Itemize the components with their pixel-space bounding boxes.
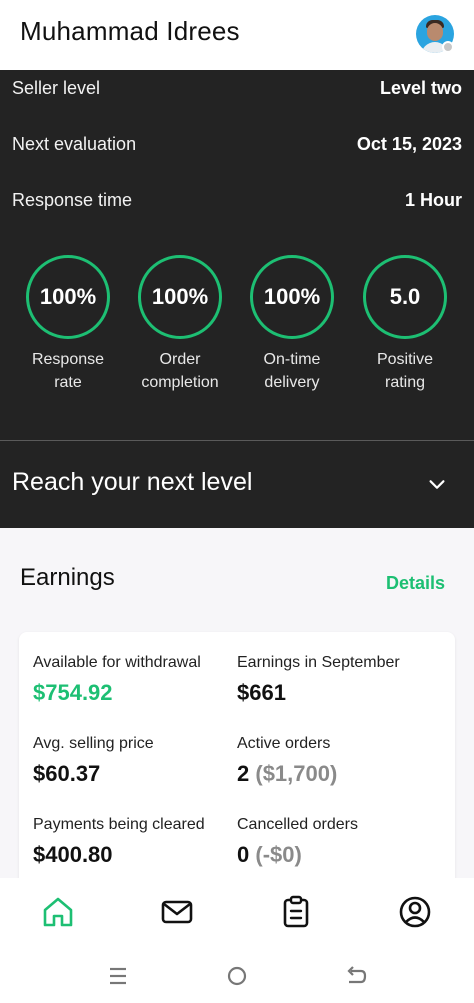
next-evaluation-row: Next evaluation Oct 15, 2023 bbox=[12, 134, 462, 155]
earnings-item-label: Available for withdrawal bbox=[33, 654, 201, 671]
messages-icon[interactable] bbox=[159, 894, 195, 930]
earnings-item-value-row: 2 ($1,700) bbox=[237, 761, 337, 787]
response-time-row: Response time 1 Hour bbox=[12, 190, 462, 211]
recent-apps-icon[interactable] bbox=[105, 963, 131, 989]
earnings-item-september: Earnings in September $661 bbox=[237, 654, 400, 706]
earnings-item-value: $661 bbox=[237, 680, 286, 705]
earnings-item-active-orders: Active orders 2 ($1,700) bbox=[237, 735, 337, 787]
seller-level-panel: Seller level Level two Next evaluation O… bbox=[0, 70, 474, 528]
stat-positive-rating: 5.0 Positive rating bbox=[349, 255, 461, 394]
earnings-item-value: 2 bbox=[237, 761, 250, 786]
next-evaluation-label: Next evaluation bbox=[12, 134, 137, 154]
earnings-item-sub: (-$0) bbox=[255, 842, 302, 867]
stat-caption-line1: Order bbox=[159, 351, 201, 368]
seller-level-label: Seller level bbox=[12, 78, 101, 98]
online-status-dot bbox=[442, 41, 454, 53]
stat-caption: Order completion bbox=[124, 348, 236, 394]
stat-order-completion: 100% Order completion bbox=[124, 255, 236, 394]
back-icon[interactable] bbox=[343, 963, 369, 989]
earnings-item-label: Cancelled orders bbox=[237, 816, 358, 833]
earnings-title: Earnings bbox=[20, 564, 115, 591]
stat-ring: 100% bbox=[26, 255, 110, 339]
stat-ring: 100% bbox=[138, 255, 222, 339]
stat-caption-line2: delivery bbox=[264, 374, 320, 391]
response-time-label: Response time bbox=[12, 190, 133, 210]
seller-level-row: Seller level Level two bbox=[12, 78, 462, 99]
earnings-item-label: Earnings in September bbox=[237, 654, 400, 671]
stat-caption: On-time delivery bbox=[236, 348, 348, 394]
earnings-item-available: Available for withdrawal $754.92 bbox=[33, 654, 201, 706]
stat-caption: Positive rating bbox=[349, 348, 461, 394]
performance-stats: 100% Response rate 100% Order completion… bbox=[0, 255, 474, 405]
orders-icon[interactable] bbox=[278, 894, 314, 930]
user-name: Muhammad Idrees bbox=[20, 16, 240, 46]
avatar-face bbox=[427, 23, 443, 41]
earnings-details-link[interactable]: Details bbox=[386, 573, 445, 594]
stat-caption-line1: Response bbox=[31, 351, 105, 368]
earnings-item-value: 0 bbox=[237, 842, 250, 867]
stat-caption-line2: rate bbox=[54, 374, 82, 391]
seller-level-value: Level two bbox=[379, 78, 462, 98]
earnings-item-payments-clearing: Payments being cleared $400.80 bbox=[33, 816, 205, 868]
earnings-item-value: $754.92 bbox=[33, 680, 113, 705]
earnings-card: Available for withdrawal $754.92 Earning… bbox=[19, 632, 455, 892]
earnings-item-value-row: 0 (-$0) bbox=[237, 842, 358, 868]
earnings-item-label: Avg. selling price bbox=[33, 735, 154, 752]
earnings-item-value: $60.37 bbox=[33, 761, 101, 786]
panel-divider bbox=[0, 440, 474, 441]
top-bar: Muhammad Idrees bbox=[0, 0, 474, 70]
next-evaluation-value: Oct 15, 2023 bbox=[356, 134, 462, 154]
stat-response-rate: 100% Response rate bbox=[12, 255, 124, 394]
stat-ring: 100% bbox=[250, 255, 334, 339]
profile-icon[interactable] bbox=[397, 894, 433, 930]
response-time-value: 1 Hour bbox=[404, 190, 462, 210]
home-button-icon[interactable] bbox=[224, 963, 250, 989]
earnings-item-label: Payments being cleared bbox=[33, 816, 205, 833]
stat-ring: 5.0 bbox=[363, 255, 447, 339]
earnings-item-avg-price: Avg. selling price $60.37 bbox=[33, 735, 154, 787]
earnings-item-sub: ($1,700) bbox=[255, 761, 338, 786]
stat-on-time-delivery: 100% On-time delivery bbox=[236, 255, 348, 394]
stat-caption: Response rate bbox=[12, 348, 124, 394]
earnings-item-value: $400.80 bbox=[33, 842, 113, 867]
stat-caption-line2: rating bbox=[384, 374, 426, 391]
earnings-item-label: Active orders bbox=[237, 735, 331, 752]
stat-caption-line1: Positive bbox=[376, 351, 434, 368]
earnings-item-cancelled-orders: Cancelled orders 0 (-$0) bbox=[237, 816, 358, 868]
chevron-down-icon[interactable] bbox=[426, 474, 448, 496]
home-icon[interactable] bbox=[40, 894, 76, 930]
stat-caption-line2: completion bbox=[141, 374, 219, 391]
reach-next-level-toggle[interactable]: Reach your next level bbox=[12, 468, 252, 497]
stat-caption-line1: On-time bbox=[263, 351, 321, 368]
